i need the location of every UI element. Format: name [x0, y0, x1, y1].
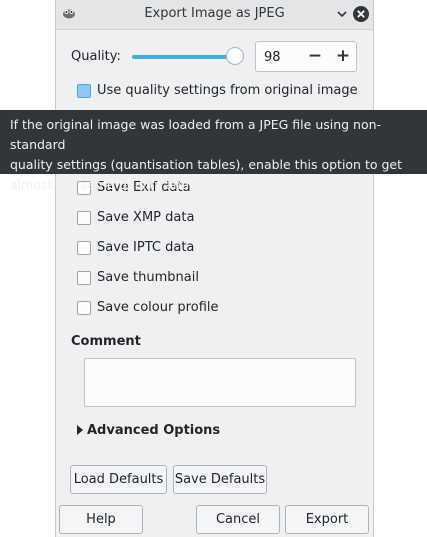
tooltip-line: If the original image was loaded from a … — [10, 117, 382, 152]
close-icon[interactable] — [352, 5, 370, 23]
title-bar[interactable]: Export Image as JPEG — [56, 0, 373, 30]
quality-label: Quality: — [71, 49, 121, 64]
load-defaults-button[interactable]: Load Defaults — [70, 465, 167, 494]
save-xmp-checkbox[interactable] — [77, 211, 91, 225]
decrease-quality-button[interactable]: − — [304, 45, 326, 67]
window-title: Export Image as JPEG — [144, 6, 285, 21]
advanced-options-expander[interactable]: Advanced Options — [87, 423, 220, 438]
save-iptc-checkbox[interactable] — [77, 241, 91, 255]
save-colour-profile-label[interactable]: Save colour profile — [97, 300, 219, 315]
save-defaults-button[interactable]: Save Defaults — [173, 465, 267, 494]
tooltip-line: almost the same quality and file size. — [10, 177, 245, 192]
tooltip-line: quality settings (quantisation tables), … — [10, 157, 403, 172]
save-thumbnail-label[interactable]: Save thumbnail — [97, 270, 199, 285]
use-quality-settings-label[interactable]: Use quality settings from original image — [97, 83, 358, 98]
save-iptc-label[interactable]: Save IPTC data — [97, 240, 194, 255]
export-button[interactable]: Export — [285, 505, 369, 534]
quality-spinbox[interactable]: 98 − + — [255, 41, 357, 72]
help-button[interactable]: Help — [59, 505, 143, 534]
save-thumbnail-checkbox[interactable] — [77, 271, 91, 285]
use-quality-settings-checkbox[interactable] — [77, 84, 91, 98]
quality-slider-handle[interactable] — [226, 47, 244, 65]
minimize-chevron-icon[interactable] — [333, 5, 351, 23]
quality-value[interactable]: 98 — [264, 50, 281, 65]
quality-slider-track[interactable] — [132, 55, 240, 59]
cancel-button[interactable]: Cancel — [196, 505, 280, 534]
expander-triangle-icon[interactable] — [76, 425, 84, 435]
quality-slider-fill — [132, 55, 238, 59]
save-xmp-label[interactable]: Save XMP data — [97, 210, 194, 225]
comment-textarea[interactable] — [84, 358, 356, 407]
quality-settings-tooltip: If the original image was loaded from a … — [0, 110, 427, 192]
increase-quality-button[interactable]: + — [332, 45, 354, 67]
save-colour-profile-checkbox[interactable] — [77, 301, 91, 315]
comment-heading: Comment — [71, 334, 141, 349]
export-dialog: Export Image as JPEG Quality: 98 − + Use… — [55, 0, 374, 537]
